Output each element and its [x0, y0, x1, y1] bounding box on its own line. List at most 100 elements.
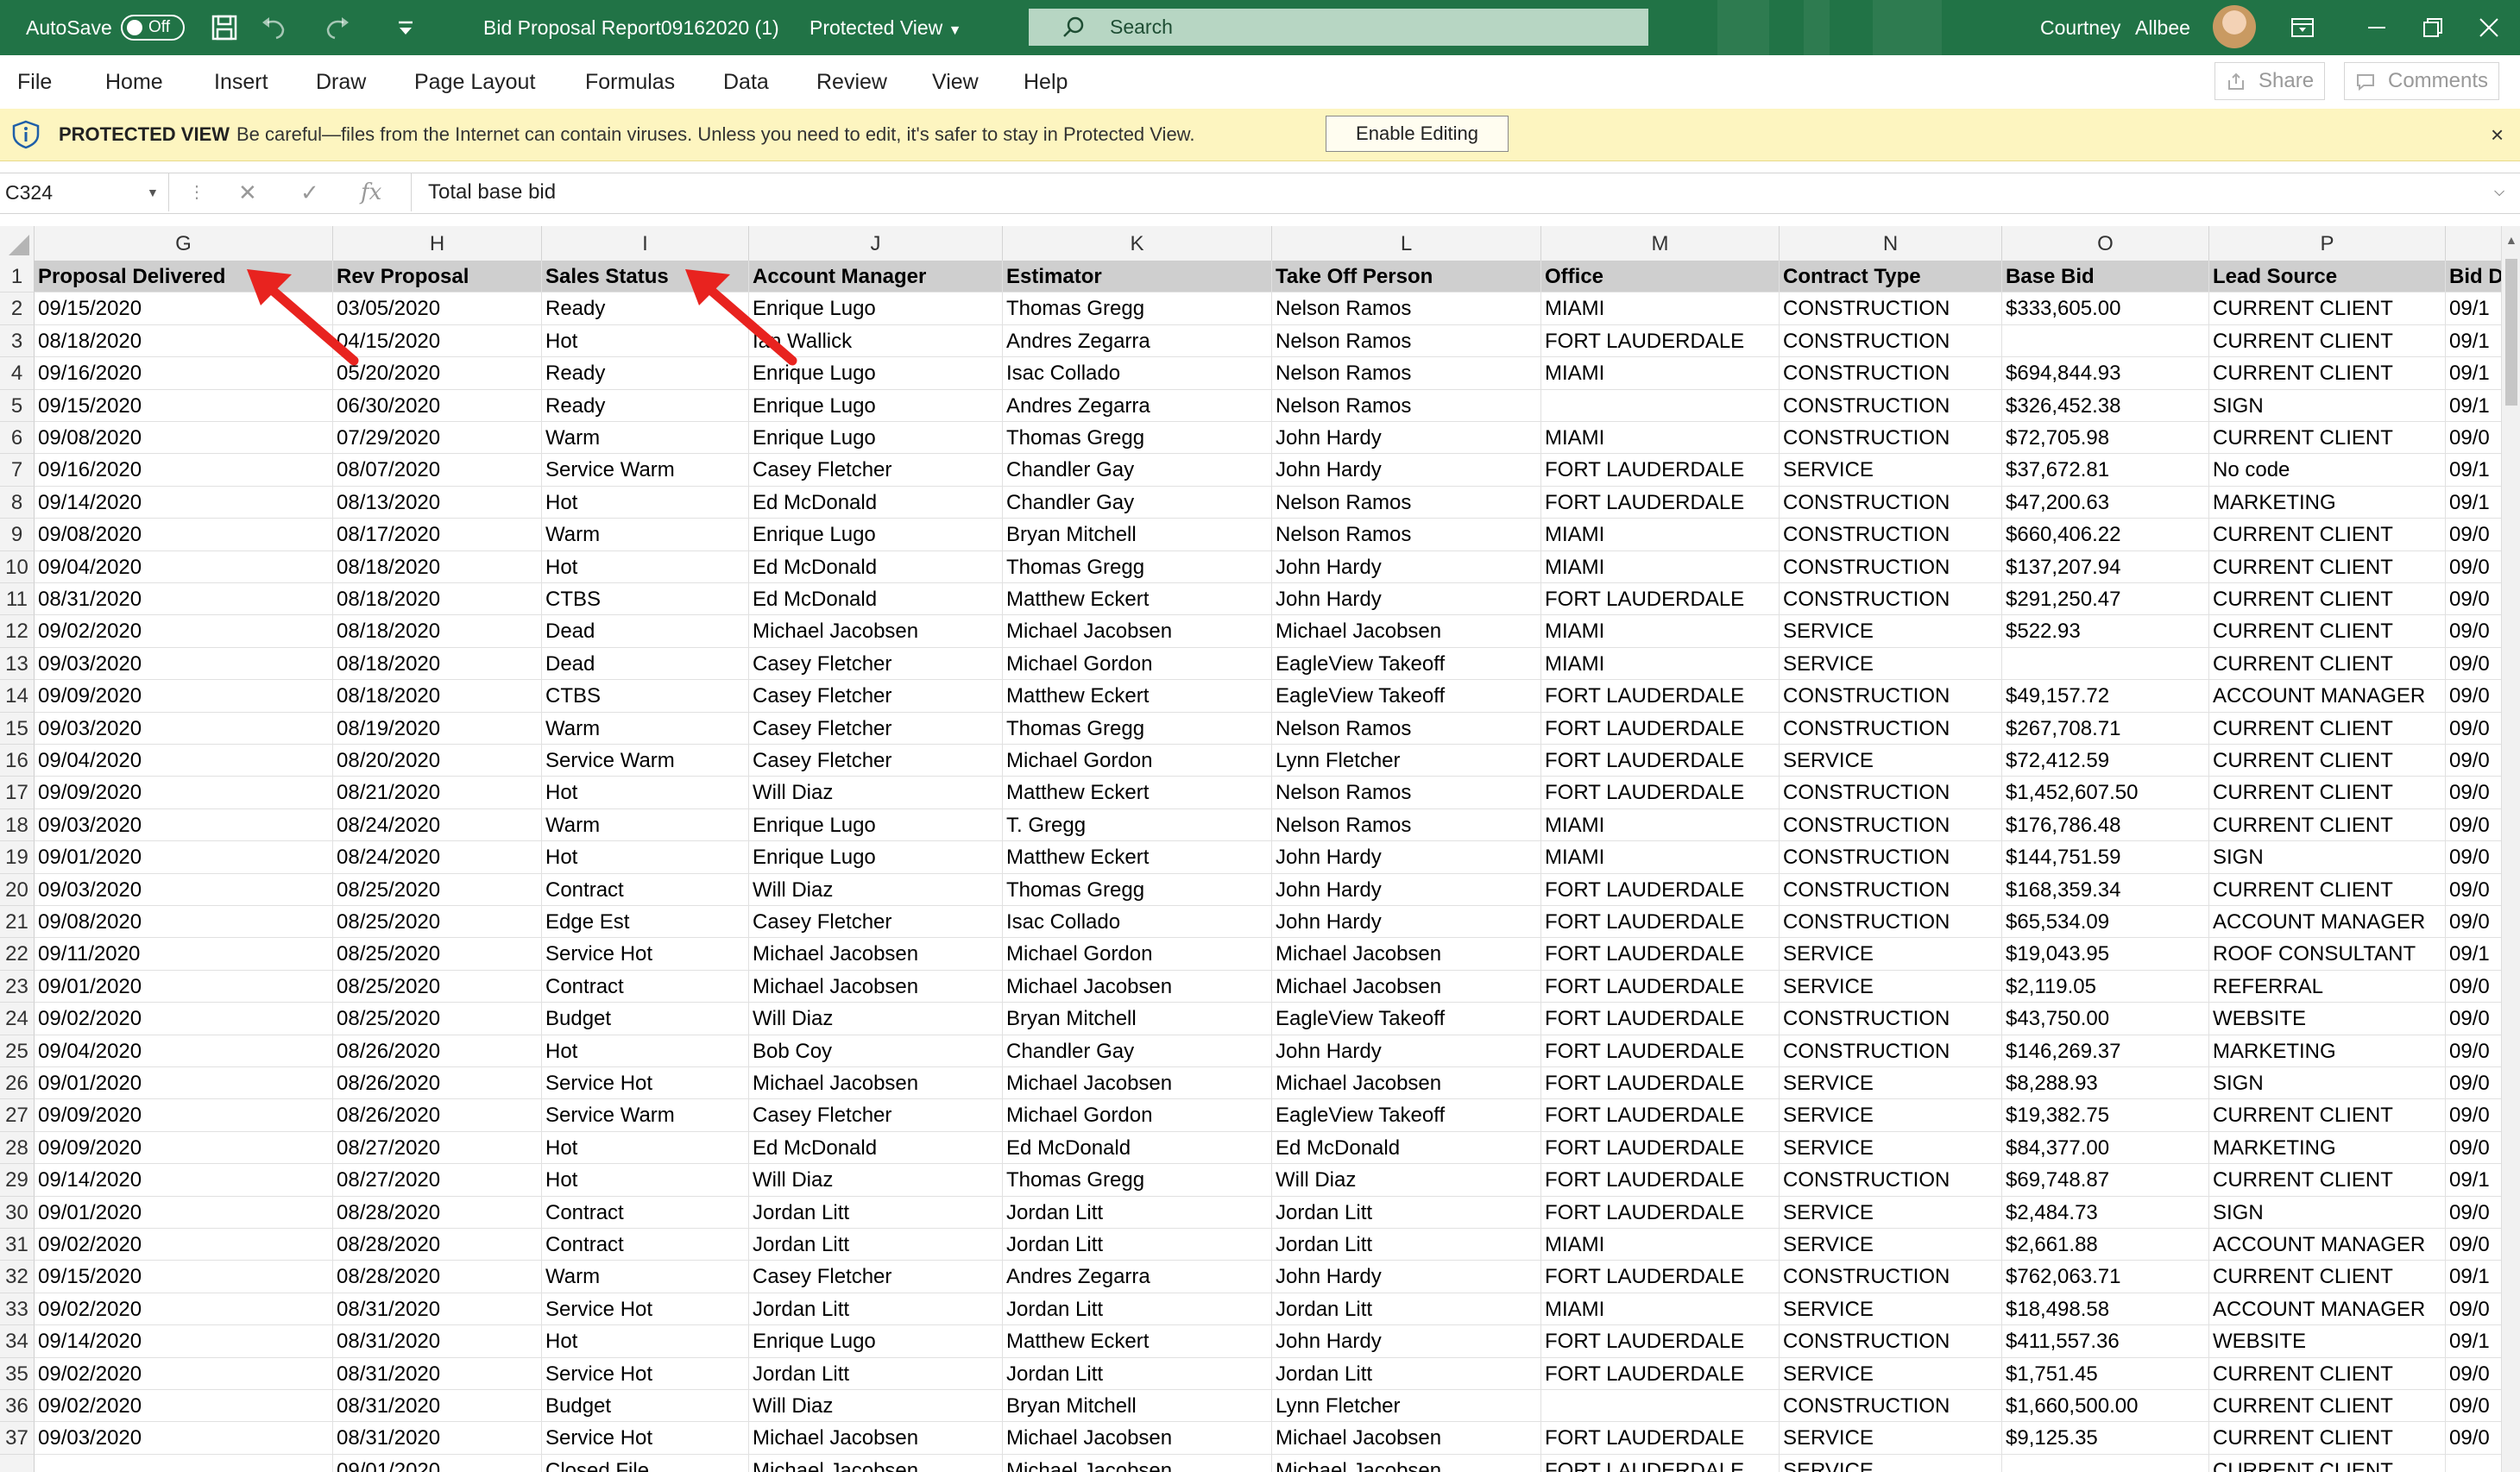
table-cell[interactable]: $326,452.38 [2002, 389, 2209, 422]
header-cell[interactable]: Base Bid [2002, 261, 2209, 293]
table-cell[interactable]: ACCOUNT MANAGER [2209, 906, 2446, 939]
table-cell[interactable]: FORT LAUDERDALE [1541, 1003, 1780, 1035]
table-cell[interactable]: 09/0 [2446, 1196, 2506, 1229]
table-cell[interactable]: SERVICE [1780, 1357, 2002, 1390]
undo-icon[interactable] [259, 12, 290, 43]
table-cell[interactable]: Ready [542, 293, 749, 325]
table-cell[interactable]: Closed File [542, 1454, 749, 1472]
table-cell[interactable]: MARKETING [2209, 486, 2446, 519]
table-cell[interactable]: 09/02/2020 [35, 1390, 333, 1423]
table-cell[interactable]: 09/0 [2446, 519, 2506, 551]
table-cell[interactable]: FORT LAUDERDALE [1541, 1131, 1780, 1165]
table-cell[interactable]: 09/16/2020 [35, 357, 333, 390]
table-cell[interactable]: Casey Fletcher [749, 1261, 1003, 1293]
table-cell[interactable]: 09/0 [2446, 1035, 2506, 1067]
table-cell[interactable] [35, 1454, 333, 1472]
table-cell[interactable]: Michael Jacobsen [1272, 1422, 1541, 1455]
table-cell[interactable]: 08/18/2020 [333, 550, 542, 583]
table-cell[interactable]: Michael Gordon [1003, 938, 1272, 971]
table-cell[interactable]: Jordan Litt [749, 1196, 1003, 1229]
table-cell[interactable]: Isac Collado [1003, 357, 1272, 390]
table-cell[interactable]: $72,705.98 [2002, 422, 2209, 455]
row-number[interactable]: 32 [0, 1261, 35, 1293]
row-number[interactable]: 9 [0, 519, 35, 551]
table-cell[interactable]: 09/0 [2446, 550, 2506, 583]
table-cell[interactable]: Enrique Lugo [749, 357, 1003, 390]
table-cell[interactable]: Service Hot [542, 1357, 749, 1390]
table-cell[interactable]: $69,748.87 [2002, 1164, 2209, 1197]
table-cell[interactable]: Contract [542, 1229, 749, 1261]
table-cell[interactable]: Michael Jacobsen [749, 1422, 1003, 1455]
table-cell[interactable]: MIAMI [1541, 808, 1780, 842]
table-cell[interactable]: Michael Jacobsen [1272, 615, 1541, 648]
table-cell[interactable]: 09/1 [2446, 1325, 2506, 1358]
table-cell[interactable]: SERVICE [1780, 1099, 2002, 1132]
table-cell[interactable]: 09/04/2020 [35, 745, 333, 777]
table-cell[interactable]: FORT LAUDERDALE [1541, 906, 1780, 939]
table-cell[interactable]: 09/02/2020 [35, 1003, 333, 1035]
table-cell[interactable]: 07/29/2020 [333, 422, 542, 455]
table-cell[interactable]: 08/18/2020 [333, 647, 542, 681]
table-cell[interactable]: $65,534.09 [2002, 906, 2209, 939]
table-cell[interactable]: FORT LAUDERDALE [1541, 680, 1780, 713]
table-cell[interactable]: 09/09/2020 [35, 1099, 333, 1132]
table-cell[interactable]: Ed McDonald [749, 486, 1003, 519]
table-cell[interactable]: CONSTRUCTION [1780, 1390, 2002, 1423]
table-cell[interactable]: 09/04/2020 [35, 1035, 333, 1067]
table-cell[interactable]: CURRENT CLIENT [2209, 1422, 2446, 1455]
row-number[interactable]: 34 [0, 1325, 35, 1358]
table-cell[interactable]: 08/25/2020 [333, 906, 542, 939]
table-cell[interactable]: 08/31/2020 [333, 1357, 542, 1390]
table-cell[interactable]: $43,750.00 [2002, 1003, 2209, 1035]
table-cell[interactable]: CURRENT CLIENT [2209, 1099, 2446, 1132]
row-number[interactable]: 1 [0, 261, 35, 293]
table-cell[interactable]: Michael Jacobsen [749, 970, 1003, 1003]
table-cell[interactable]: CONSTRUCTION [1780, 422, 2002, 455]
table-cell[interactable]: $2,661.88 [2002, 1229, 2209, 1261]
table-cell[interactable]: 09/03/2020 [35, 808, 333, 842]
row-number[interactable]: 21 [0, 906, 35, 939]
table-cell[interactable]: FORT LAUDERDALE [1541, 1325, 1780, 1358]
table-cell[interactable]: 09/1 [2446, 324, 2506, 358]
table-cell[interactable]: Jordan Litt [749, 1229, 1003, 1261]
table-cell[interactable]: 09/0 [2446, 745, 2506, 777]
table-cell[interactable]: Hot [542, 1325, 749, 1358]
table-cell[interactable]: John Hardy [1272, 906, 1541, 939]
tab-draw[interactable]: Draw [316, 55, 366, 109]
table-cell[interactable]: Michael Jacobsen [749, 615, 1003, 648]
table-cell[interactable]: Thomas Gregg [1003, 1164, 1272, 1197]
table-cell[interactable]: Casey Fletcher [749, 680, 1003, 713]
table-cell[interactable]: Will Diaz [1272, 1164, 1541, 1197]
table-cell[interactable] [2002, 324, 2209, 358]
table-cell[interactable]: Warm [542, 422, 749, 455]
table-cell[interactable]: $9,125.35 [2002, 1422, 2209, 1455]
table-cell[interactable]: 09/08/2020 [35, 519, 333, 551]
column-header[interactable]: I [542, 226, 749, 261]
table-cell[interactable]: Michael Jacobsen [1003, 970, 1272, 1003]
table-cell[interactable]: SERVICE [1780, 1131, 2002, 1165]
table-cell[interactable]: Jordan Litt [749, 1293, 1003, 1326]
table-cell[interactable]: $84,377.00 [2002, 1131, 2209, 1165]
table-cell[interactable]: Hot [542, 324, 749, 358]
table-cell[interactable]: $522.93 [2002, 615, 2209, 648]
table-cell[interactable]: 09/01/2020 [35, 1067, 333, 1100]
table-cell[interactable]: $72,412.59 [2002, 745, 2209, 777]
table-cell[interactable]: 08/24/2020 [333, 841, 542, 874]
table-cell[interactable]: CURRENT CLIENT [2209, 422, 2446, 455]
table-cell[interactable]: 08/28/2020 [333, 1196, 542, 1229]
table-cell[interactable]: 08/25/2020 [333, 873, 542, 906]
table-cell[interactable]: Bob Coy [749, 1035, 1003, 1067]
table-cell[interactable]: CURRENT CLIENT [2209, 1261, 2446, 1293]
table-cell[interactable]: Chandler Gay [1003, 1035, 1272, 1067]
table-cell[interactable]: $176,786.48 [2002, 808, 2209, 842]
table-cell[interactable]: 09/0 [2446, 1390, 2506, 1423]
table-cell[interactable]: No code [2209, 454, 2446, 487]
table-cell[interactable]: Service Hot [542, 1293, 749, 1326]
row-number[interactable]: 18 [0, 808, 35, 842]
row-number[interactable]: 7 [0, 454, 35, 487]
table-cell[interactable]: Service Hot [542, 1422, 749, 1455]
table-cell[interactable]: Lynn Fletcher [1272, 745, 1541, 777]
row-number[interactable]: 17 [0, 777, 35, 809]
table-cell[interactable]: SERVICE [1780, 1454, 2002, 1472]
table-cell[interactable]: 08/27/2020 [333, 1164, 542, 1197]
